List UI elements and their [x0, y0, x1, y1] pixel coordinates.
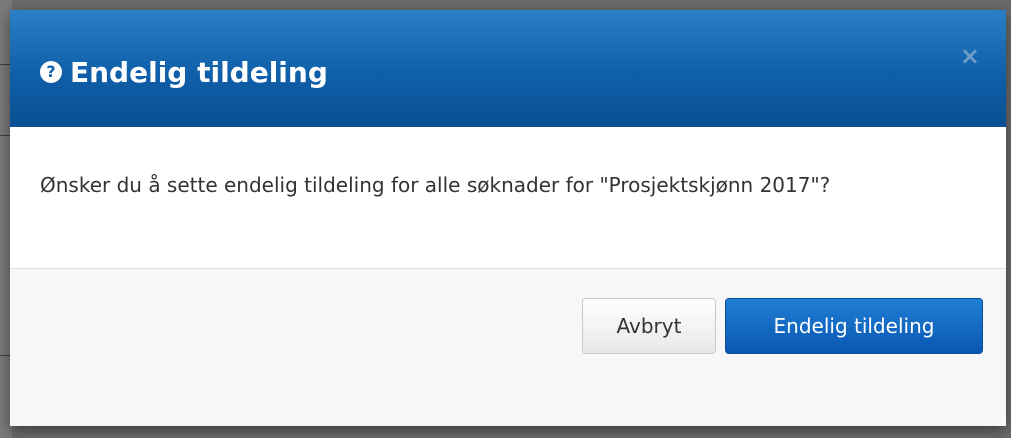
dialog-message: Ønsker du å sette endelig tildeling for … [40, 173, 831, 197]
confirm-allocation-button[interactable]: Endelig tildeling [725, 298, 983, 354]
dialog-title-text: Endelig tildeling [70, 55, 328, 89]
question-circle-icon: ? [40, 61, 62, 83]
cancel-button[interactable]: Avbryt [582, 298, 716, 354]
close-icon[interactable]: × [960, 44, 980, 68]
dialog-body: Ønsker du å sette endelig tildeling for … [10, 127, 1006, 269]
dialog-title: ? Endelig tildeling [40, 52, 328, 92]
dialog-header: ? Endelig tildeling × [10, 10, 1006, 127]
dialog-footer: Avbryt Endelig tildeling [10, 269, 1006, 426]
confirm-dialog: ? Endelig tildeling × Ønsker du å sette … [10, 10, 1006, 426]
